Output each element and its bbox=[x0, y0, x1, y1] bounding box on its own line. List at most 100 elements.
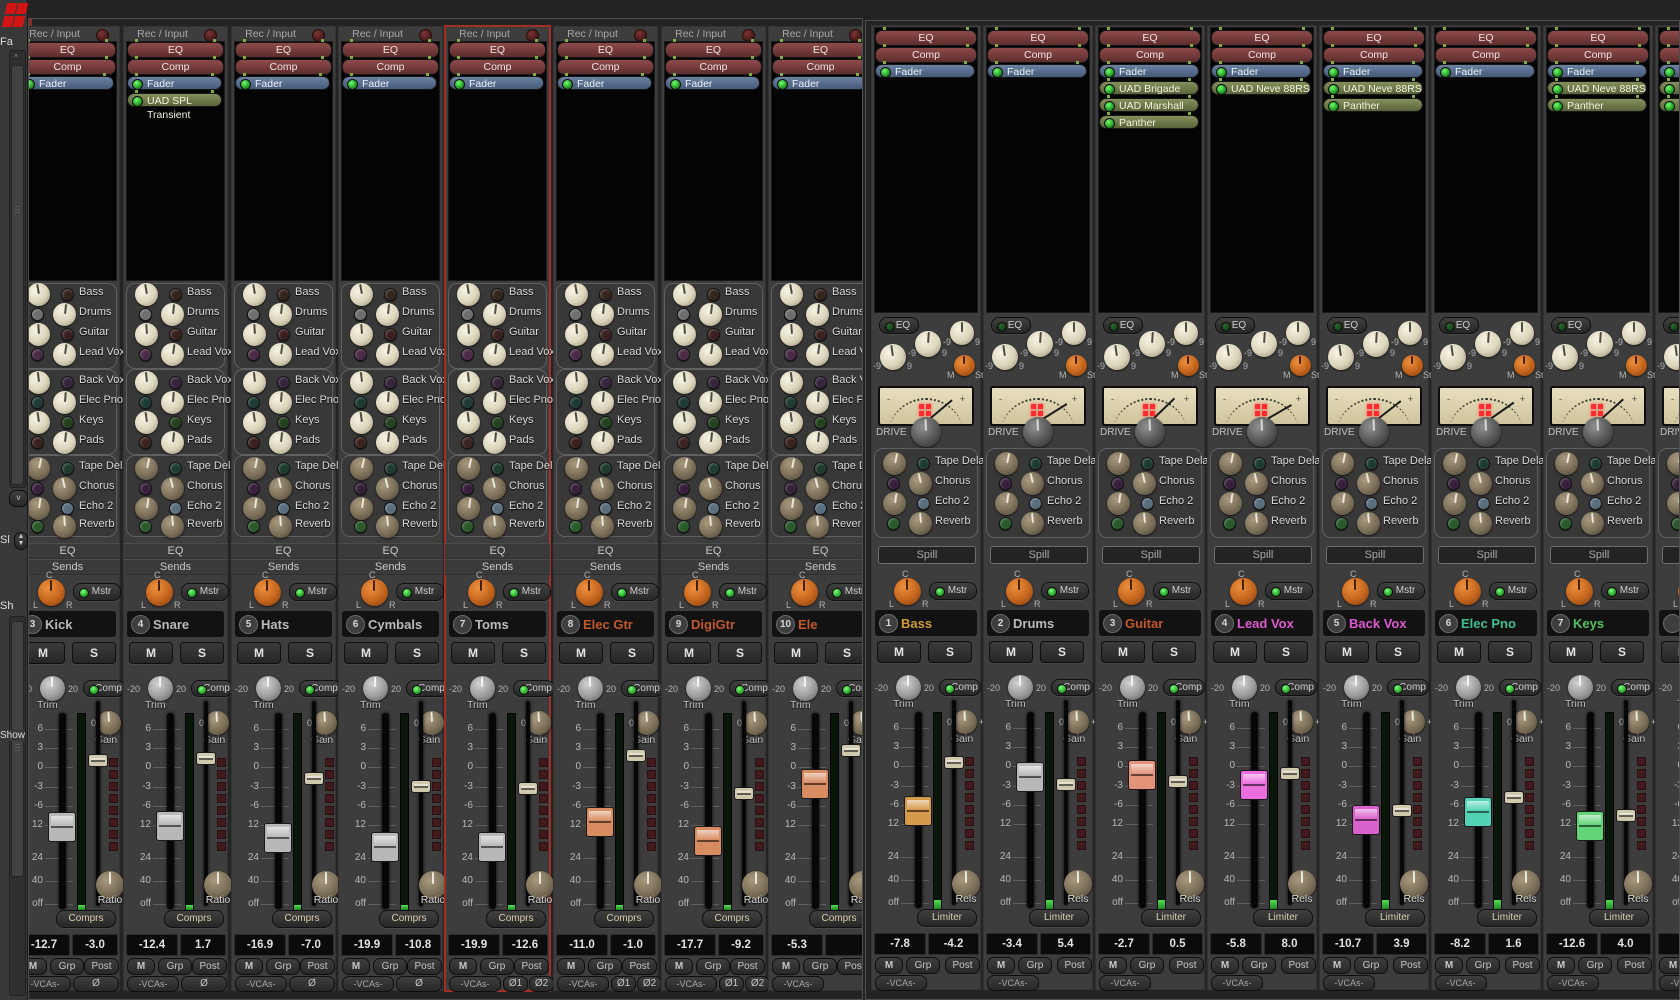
eq-mid-knob[interactable] bbox=[1250, 330, 1278, 358]
send-mode-knob[interactable] bbox=[61, 328, 74, 341]
fader-value[interactable]: -11.0 bbox=[556, 934, 608, 956]
drive-knob[interactable] bbox=[1134, 416, 1165, 447]
gain-value[interactable]: 5.4 bbox=[1040, 933, 1091, 955]
fader-value[interactable]: -5.8 bbox=[1210, 933, 1262, 955]
send-mode-knob[interactable] bbox=[1335, 517, 1348, 530]
send-level-knob[interactable] bbox=[805, 390, 830, 415]
section-eq-header[interactable]: EQ bbox=[231, 543, 336, 559]
vca-assign-button[interactable]: -VCAs- bbox=[1435, 975, 1487, 991]
pan-knob[interactable] bbox=[894, 578, 921, 605]
processor-eq[interactable]: EQ bbox=[1211, 30, 1313, 46]
gain-value[interactable]: -9.2 bbox=[718, 934, 764, 956]
vca-assign-button[interactable]: -VCAs- bbox=[342, 976, 394, 992]
post-button[interactable]: Post bbox=[1505, 957, 1540, 974]
makeup-gain-knob[interactable] bbox=[1512, 709, 1537, 734]
processor-comp[interactable]: Comp bbox=[772, 59, 863, 75]
send-mode-knob[interactable] bbox=[354, 396, 367, 409]
makeup-fader-handle[interactable] bbox=[1392, 804, 1412, 817]
gain-value[interactable]: -10.8 bbox=[395, 934, 441, 956]
trim-knob[interactable] bbox=[1344, 675, 1369, 700]
compressor-button[interactable]: Comprs bbox=[164, 910, 224, 928]
post-button[interactable]: Post bbox=[1057, 957, 1092, 974]
spill-button[interactable]: Spill bbox=[878, 546, 976, 564]
metering-button[interactable]: M bbox=[1659, 957, 1680, 974]
metering-button[interactable]: M bbox=[1547, 957, 1575, 974]
makeup-gain-knob[interactable] bbox=[1176, 709, 1201, 734]
section-sends-header[interactable]: Sends bbox=[123, 559, 228, 575]
send-level-knob[interactable] bbox=[160, 390, 185, 415]
mute-button[interactable]: M bbox=[451, 642, 495, 664]
comp-enable-button[interactable]: Comp bbox=[729, 680, 771, 697]
send-mode-knob[interactable] bbox=[31, 436, 44, 449]
send-mode-knob[interactable] bbox=[461, 348, 474, 361]
send-mode-knob[interactable] bbox=[677, 308, 690, 321]
fader-handle[interactable] bbox=[1352, 805, 1380, 835]
gain-value[interactable]: -1.0 bbox=[610, 934, 656, 956]
drive-knob[interactable] bbox=[1022, 416, 1053, 447]
width-mono-st-knob[interactable] bbox=[1626, 355, 1647, 376]
solo-button[interactable]: S bbox=[1376, 641, 1420, 663]
pan-knob[interactable] bbox=[576, 579, 603, 606]
solo-button[interactable]: S bbox=[928, 641, 972, 663]
channel-strip-back-vox[interactable]: EQCompFaderUAD Neve 88RSPantherEQ-99-99-… bbox=[1319, 25, 1429, 990]
processor-plugin[interactable]: UAD Neve 88RS bbox=[1547, 81, 1647, 95]
send-mode-knob[interactable] bbox=[61, 502, 74, 515]
metering-button[interactable]: M bbox=[235, 958, 263, 975]
mute-button[interactable]: M bbox=[1549, 641, 1593, 663]
send-mode-knob[interactable] bbox=[491, 288, 504, 301]
spill-button[interactable]: Spill bbox=[1102, 546, 1200, 564]
gain-value[interactable]: -7.0 bbox=[288, 934, 334, 956]
eq-low-knob[interactable] bbox=[1326, 342, 1355, 371]
pan-knob[interactable] bbox=[468, 579, 495, 606]
send-mode-knob[interactable] bbox=[814, 416, 827, 429]
fader-track[interactable] bbox=[489, 713, 496, 909]
metering-button[interactable]: M bbox=[449, 958, 477, 975]
eq-enable-button[interactable]: EQ bbox=[1327, 317, 1367, 334]
makeup-gain-knob[interactable] bbox=[742, 710, 767, 735]
channel-strip-snare[interactable]: Rec / InputEQCompFaderUAD SPL TransientB… bbox=[123, 26, 228, 991]
fader-track[interactable] bbox=[275, 713, 282, 909]
eq-high-knob[interactable] bbox=[1062, 321, 1086, 345]
eq-high-knob[interactable] bbox=[1398, 321, 1422, 345]
fader-value[interactable]: -10.7 bbox=[1322, 933, 1374, 955]
vca-assign-button[interactable]: -VCAs- bbox=[772, 976, 824, 992]
channel-name[interactable]: Drums bbox=[1013, 614, 1054, 633]
phase-invert-button[interactable]: Ø1 bbox=[611, 976, 636, 992]
processor-plugin[interactable] bbox=[1659, 81, 1680, 95]
eq-mid-knob[interactable] bbox=[1586, 330, 1614, 358]
send-mode-knob[interactable] bbox=[1447, 517, 1460, 530]
processor-fader[interactable]: Fader bbox=[449, 76, 544, 90]
send-mode-knob[interactable] bbox=[169, 462, 182, 475]
send-mode-knob[interactable] bbox=[1559, 517, 1572, 530]
send-mode-knob[interactable] bbox=[139, 436, 152, 449]
channel-strip-ele[interactable]: Rec / InputEQCompFaderBassDrumsGuitarLea… bbox=[768, 26, 863, 991]
send-mode-knob[interactable] bbox=[784, 482, 797, 495]
send-mode-knob[interactable] bbox=[707, 502, 720, 515]
vca-assign-button[interactable]: -VCAs- bbox=[665, 976, 717, 992]
send-mode-knob[interactable] bbox=[677, 520, 690, 533]
processor-comp[interactable]: Comp bbox=[987, 47, 1089, 63]
send-mode-knob[interactable] bbox=[1477, 497, 1490, 510]
fader-value[interactable]: -5.3 bbox=[771, 934, 823, 956]
mute-button[interactable]: M bbox=[1325, 641, 1369, 663]
master-assign-button[interactable]: Mstr bbox=[826, 583, 863, 601]
send-mode-knob[interactable] bbox=[247, 308, 260, 321]
vca-assign-button[interactable]: -VCAs- bbox=[235, 976, 287, 992]
channel-name[interactable]: Ele bbox=[798, 615, 818, 634]
master-assign-button[interactable]: Mstr bbox=[289, 583, 337, 601]
processor-eq[interactable]: EQ bbox=[1547, 30, 1649, 46]
send-mode-knob[interactable] bbox=[1589, 497, 1602, 510]
master-assign-button[interactable]: Mstr bbox=[1489, 582, 1537, 600]
processor-eq[interactable]: EQ bbox=[772, 42, 863, 58]
drive-knob[interactable] bbox=[1246, 416, 1277, 447]
fader-value[interactable]: -19.9 bbox=[448, 934, 500, 956]
makeup-fader-handle[interactable] bbox=[411, 780, 431, 793]
eq-low-knob[interactable] bbox=[1102, 342, 1131, 371]
channel-name[interactable]: DigiGtr bbox=[691, 615, 735, 634]
channel-strip-ch7[interactable]: EQCompFaderEQ-99-99-99MSt -+ DRIVETape D… bbox=[1655, 25, 1680, 990]
phase-invert-button[interactable]: Ø1 bbox=[719, 976, 744, 992]
drive-knob[interactable] bbox=[1358, 416, 1389, 447]
master-assign-button[interactable]: Mstr bbox=[719, 583, 767, 601]
comp-enable-button[interactable]: Comp bbox=[299, 680, 341, 697]
send-mode-knob[interactable] bbox=[169, 376, 182, 389]
